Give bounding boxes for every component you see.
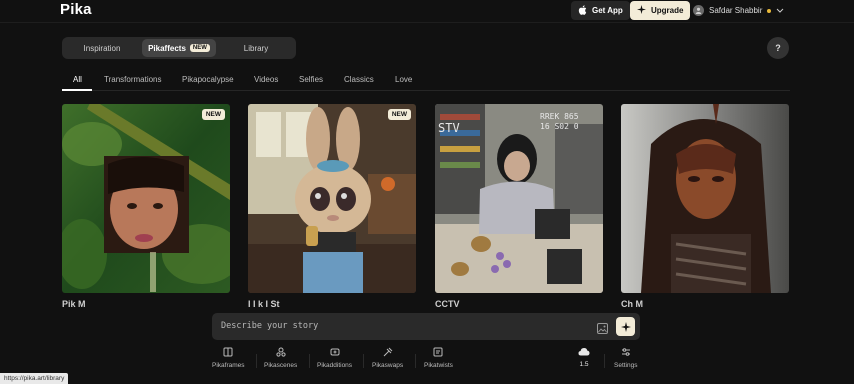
card-thumbnail xyxy=(621,104,789,293)
new-badge: NEW xyxy=(387,109,411,120)
new-badge: NEW xyxy=(201,109,225,120)
card-thumbnail xyxy=(248,104,416,293)
header-divider xyxy=(0,22,854,23)
get-app-button[interactable]: Get App xyxy=(571,1,630,20)
category-classics[interactable]: Classics xyxy=(344,75,374,84)
sparkle-icon xyxy=(620,321,631,332)
avatar xyxy=(693,5,704,16)
tool-pikaswaps[interactable]: Pikaswaps xyxy=(372,347,403,375)
category-selfies[interactable]: Selfies xyxy=(299,75,323,84)
user-menu[interactable]: Safdar Shabbir xyxy=(693,2,784,19)
frames-icon xyxy=(223,347,233,357)
scenes-icon xyxy=(276,347,286,357)
tool-label: Settings xyxy=(614,362,638,369)
status-url: https://pika.art/library xyxy=(4,375,65,382)
link-status-bar: https://pika.art/library xyxy=(0,373,69,384)
effect-card-plush[interactable]: NEW xyxy=(248,104,416,293)
category-love[interactable]: Love xyxy=(395,75,412,84)
model-selector[interactable]: 1.5 xyxy=(578,347,590,375)
tool-pikascenes[interactable]: Pikascenes xyxy=(264,347,297,375)
tool-label: Pikascenes xyxy=(264,362,298,369)
card-thumbnail xyxy=(62,104,230,293)
question-icon: ? xyxy=(775,43,781,53)
upgrade-label: Upgrade xyxy=(651,6,684,15)
effect-card-chr[interactable] xyxy=(621,104,789,293)
tool-label: Pikaswaps xyxy=(372,362,404,369)
tab-label: Pikaffects xyxy=(148,43,186,53)
active-category-indicator xyxy=(62,89,92,91)
tool-pikatwists[interactable]: Pikatwists xyxy=(424,347,453,375)
tool-label: Pikadditions xyxy=(317,362,353,369)
card-title: Ch M xyxy=(621,299,643,309)
tab-label: Library xyxy=(243,43,269,53)
sliders-icon xyxy=(621,348,630,356)
chevron-down-icon xyxy=(776,6,784,15)
prompt-bar: Describe your story xyxy=(212,313,640,340)
generate-button[interactable] xyxy=(616,317,635,336)
status-dot-icon xyxy=(767,8,772,13)
apple-icon xyxy=(578,4,587,17)
tool-label: Pikatwists xyxy=(424,362,453,369)
card-thumbnail: STV RREK 865 16 S02 0 xyxy=(435,104,603,293)
upgrade-button[interactable]: Upgrade xyxy=(630,1,691,20)
card-title: CCTV xyxy=(435,299,460,309)
twists-icon xyxy=(433,347,443,357)
card-title: Pik M xyxy=(62,299,86,309)
card-title: I I k I St xyxy=(248,299,280,309)
category-pikapocalypse[interactable]: Pikapocalypse xyxy=(182,75,234,84)
tab-library[interactable]: Library xyxy=(218,39,294,57)
settings-button[interactable]: Settings xyxy=(614,347,638,375)
cloud-icon xyxy=(578,348,590,356)
toolbar-divider xyxy=(604,354,605,368)
get-app-label: Get App xyxy=(592,6,623,15)
tab-inspiration[interactable]: Inspiration xyxy=(64,39,140,57)
top-header: Pika Get App Upgrade Safdar Shabbir xyxy=(0,0,854,22)
model-version: 1.5 xyxy=(579,361,589,368)
category-divider xyxy=(62,90,790,91)
tab-label: Inspiration xyxy=(83,43,121,53)
section-tabs: Inspiration Pikaffects NEW Library xyxy=(62,37,296,59)
pika-logo[interactable]: Pika xyxy=(60,1,92,18)
toolbar-divider xyxy=(415,354,416,368)
story-prompt-input[interactable]: Describe your story xyxy=(221,321,318,331)
user-name: Safdar Shabbir xyxy=(709,6,763,15)
effect-card-pik[interactable]: NEW xyxy=(62,104,230,293)
toolbar-divider xyxy=(256,354,257,368)
category-all[interactable]: All xyxy=(73,75,82,84)
swaps-icon xyxy=(383,347,392,357)
tab-pikaffects[interactable]: Pikaffects NEW xyxy=(142,39,216,57)
cctv-label: STV xyxy=(438,121,460,135)
tool-label: Pikaframes xyxy=(212,362,245,369)
tool-pikadditions[interactable]: Pikadditions xyxy=(317,347,352,375)
image-upload-icon[interactable] xyxy=(597,321,608,334)
toolbar-divider xyxy=(363,354,364,368)
category-transformations[interactable]: Transformations xyxy=(104,75,162,84)
category-videos[interactable]: Videos xyxy=(254,75,278,84)
new-badge: NEW xyxy=(189,44,210,52)
effect-card-cctv[interactable]: STV RREK 865 16 S02 0 xyxy=(435,104,603,293)
toolbar-divider xyxy=(309,354,310,368)
category-filter: All Transformations Pikapocalypse Videos… xyxy=(62,71,790,91)
tool-pikaframes[interactable]: Pikaframes xyxy=(212,347,245,375)
help-button[interactable]: ? xyxy=(767,37,789,59)
sparkle-icon xyxy=(637,5,646,16)
cctv-timestamp: RREK 865 16 S02 0 xyxy=(540,112,579,131)
additions-icon xyxy=(330,348,340,356)
